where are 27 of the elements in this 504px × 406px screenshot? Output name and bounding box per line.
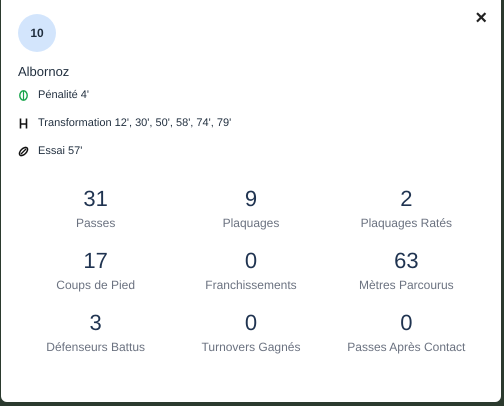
stat-value: 3: [90, 308, 102, 336]
stat-label: Défenseurs Battus: [46, 338, 146, 354]
close-button[interactable]: ×: [475, 8, 487, 28]
stat-value: 0: [244, 246, 258, 274]
player-name: Albornoz: [18, 63, 70, 81]
player-number-avatar: 10: [18, 14, 56, 52]
stat-label: Passes: [76, 214, 116, 230]
goal-posts-icon: [19, 118, 28, 128]
stat-label: Franchissements: [205, 276, 297, 292]
stat-value: 17: [83, 246, 108, 274]
event-text: Essai 57': [38, 144, 82, 159]
ball-icon: [19, 90, 28, 100]
stat-label: Mètres Parcourus: [358, 276, 454, 292]
stat-value: 0: [400, 308, 412, 336]
ball-icon: [18, 146, 29, 156]
stat-label: Plaquages Ratés: [360, 214, 452, 230]
stat-value: 31: [83, 184, 108, 212]
stat-value: 2: [400, 184, 412, 212]
stat-value: 0: [244, 308, 258, 336]
event-text: Pénalité 4': [38, 88, 90, 103]
stat-value: 9: [244, 184, 258, 212]
stat-label: Turnovers Gagnés: [202, 338, 300, 354]
stat-label: Plaquages: [222, 214, 280, 230]
stat-label: Coups de Pied: [56, 276, 136, 292]
event-text: Transformation 12', 30', 50', 58', 74', 79': [38, 116, 232, 131]
stat-label: Passes Après Contact: [347, 338, 466, 354]
stat-value: 63: [394, 246, 419, 274]
